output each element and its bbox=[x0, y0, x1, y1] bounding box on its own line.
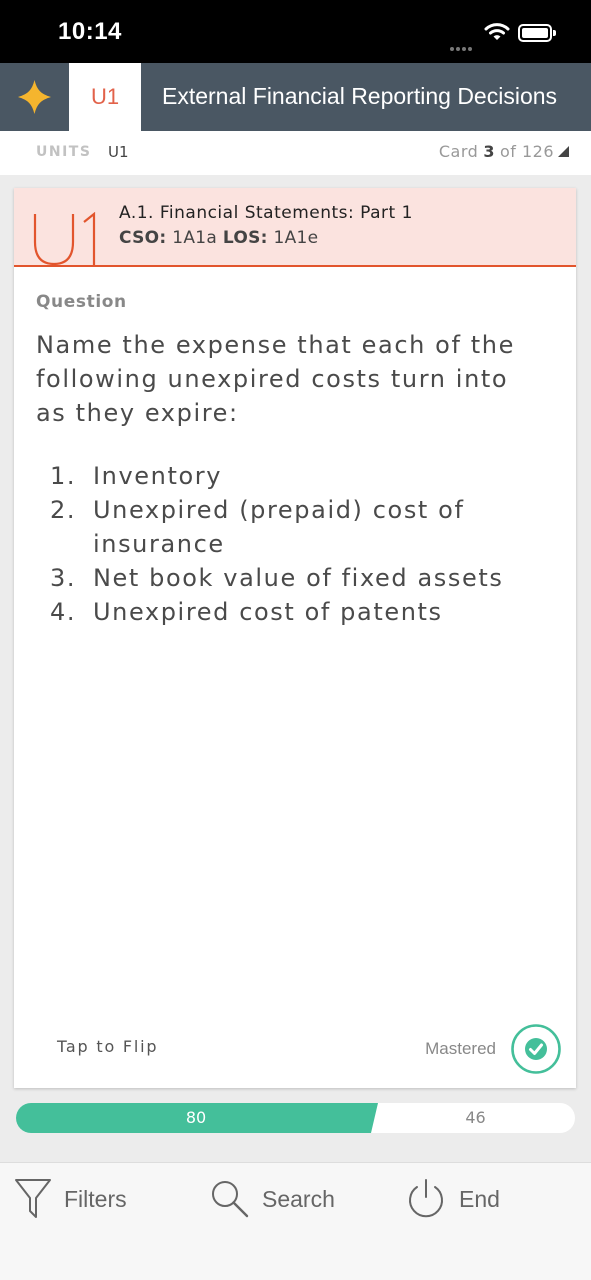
check-circle-icon[interactable] bbox=[510, 1023, 562, 1075]
list-item: 4. Unexpired cost of patents bbox=[50, 595, 550, 629]
list-text: Net book value of fixed assets bbox=[93, 564, 504, 592]
course-title: External Financial Reporting Decisions bbox=[162, 83, 558, 109]
plus-icon bbox=[18, 80, 51, 114]
filters-label: Filters bbox=[64, 1185, 127, 1212]
cso-value: 1A1a bbox=[172, 228, 218, 248]
end-button[interactable]: End bbox=[405, 1177, 500, 1221]
add-button[interactable] bbox=[0, 63, 69, 131]
list-text: Unexpired (prepaid) cost of insurance bbox=[93, 496, 465, 558]
card-header: A.1. Financial Statements: Part 1 CSO: 1… bbox=[14, 188, 576, 267]
progress-mastered-count: 80 bbox=[185, 1108, 207, 1127]
card-counter-total: of 126 bbox=[499, 142, 554, 161]
card-counter[interactable]: Card 3 of 126 bbox=[439, 142, 569, 161]
end-label: End bbox=[459, 1185, 500, 1212]
list-text: Unexpired cost of patents bbox=[93, 598, 443, 626]
list-number: 1. bbox=[50, 462, 77, 490]
counter-arrow-icon bbox=[558, 146, 569, 157]
card-counter-number: 3 bbox=[483, 142, 495, 161]
card-counter-prefix: Card bbox=[438, 142, 479, 161]
list-item: 3. Net book value of fixed assets bbox=[50, 561, 550, 595]
mastered-label: Mastered bbox=[425, 1039, 496, 1058]
flash-card[interactable]: A.1. Financial Statements: Part 1 CSO: 1… bbox=[14, 188, 576, 1088]
question-label: Question bbox=[36, 292, 127, 312]
status-time: 10:14 bbox=[58, 18, 122, 45]
units-label[interactable]: UNITS bbox=[36, 144, 91, 160]
progress-remaining-count: 46 bbox=[465, 1108, 486, 1127]
search-label: Search bbox=[262, 1185, 335, 1212]
los-value: 1A1e bbox=[273, 228, 319, 248]
mastery-progress-bar: 80 46 bbox=[16, 1103, 575, 1133]
section-title: A.1. Financial Statements: Part 1 bbox=[119, 203, 413, 223]
list-item: 1. Inventory bbox=[50, 459, 550, 493]
battery-icon bbox=[518, 24, 556, 42]
filters-button[interactable]: Filters bbox=[14, 1177, 127, 1221]
filter-icon bbox=[15, 1179, 51, 1218]
list-number: 2. bbox=[50, 496, 77, 524]
search-icon bbox=[212, 1181, 249, 1218]
question-list: 1. Inventory 2. Unexpired (prepaid) cost o… bbox=[50, 459, 550, 629]
bottom-tab-bar: Filters Search End bbox=[0, 1162, 591, 1280]
unit-mark-logo bbox=[33, 212, 96, 267]
list-number: 4. bbox=[50, 598, 77, 626]
power-icon bbox=[409, 1179, 443, 1218]
units-value: U1 bbox=[108, 143, 129, 161]
units-bar: UNITS U1 Card 3 of 126 bbox=[0, 131, 591, 175]
question-text: Name the expense that each of the follow… bbox=[36, 331, 515, 427]
app-header: U1 External Financial Reporting Decision… bbox=[0, 63, 591, 131]
list-item: 2. Unexpired (prepaid) cost of insurance bbox=[50, 493, 550, 561]
cso-label: CSO: bbox=[119, 228, 167, 248]
tap-to-flip-hint[interactable]: Tap to Flip bbox=[57, 1037, 158, 1056]
signal-dots-icon bbox=[450, 36, 478, 51]
status-bar: 10:14 bbox=[0, 0, 591, 63]
cso-los-line: CSO: 1A1a LOS: 1A1e bbox=[119, 228, 318, 248]
search-button[interactable]: Search bbox=[210, 1177, 335, 1221]
list-text: Inventory bbox=[93, 462, 223, 490]
wifi-icon bbox=[484, 23, 510, 40]
los-label: LOS: bbox=[222, 228, 268, 248]
unit-tab[interactable]: U1 bbox=[69, 63, 141, 131]
list-number: 3. bbox=[50, 564, 77, 592]
